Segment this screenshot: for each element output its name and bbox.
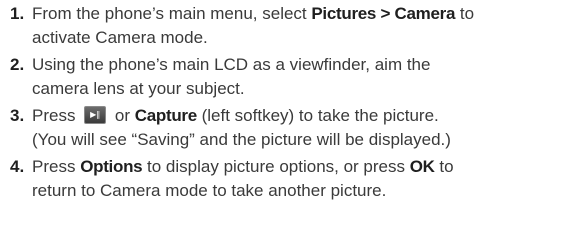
step-item: 3. Press ▶∥ or Capture (left softkey) to… [0, 104, 588, 152]
step-line: return to Camera mode to take another pi… [32, 181, 387, 200]
softkey-label: Capture [134, 106, 197, 125]
step-item: 1. From the phone’s main menu, select Pi… [0, 2, 588, 50]
step-line: Press Options to display picture options… [32, 155, 588, 179]
softkey-label: Options [80, 157, 143, 176]
step-line: From the phone’s main menu, select Pictu… [32, 2, 588, 26]
step-text: Press [32, 106, 81, 125]
step-text: to [455, 4, 475, 23]
step-text: Press [32, 157, 81, 176]
step-item: 4. Press Options to display picture opti… [0, 155, 588, 203]
step-number: 4. [10, 157, 25, 176]
step-number: 3. [10, 106, 25, 125]
step-line: (You will see “Saving” and the picture w… [32, 130, 451, 149]
step-line: Using the phone’s main LCD as a viewfind… [32, 55, 431, 74]
step-text: to [434, 157, 454, 176]
step-item: 2. Using the phone’s main LCD as a viewf… [0, 53, 588, 101]
step-line: Press ▶∥ or Capture (left softkey) to ta… [32, 104, 588, 128]
step-text: (left softkey) to take the picture. [196, 106, 439, 125]
step-number: 1. [10, 4, 25, 23]
step-number: 2. [10, 55, 25, 74]
step-text: From the phone’s main menu, select [32, 4, 312, 23]
step-line: camera lens at your subject. [32, 79, 245, 98]
capture-key-icon: ▶∥ [84, 106, 107, 124]
step-text: or [110, 106, 135, 125]
play-pause-glyph: ▶∥ [90, 110, 101, 119]
instruction-steps: 1. From the phone’s main menu, select Pi… [0, 2, 588, 206]
step-text: to display picture options, or press [142, 157, 410, 176]
step-line: activate Camera mode. [32, 28, 208, 47]
menu-path: Pictures > Camera [311, 4, 456, 23]
key-label: OK [409, 157, 435, 176]
